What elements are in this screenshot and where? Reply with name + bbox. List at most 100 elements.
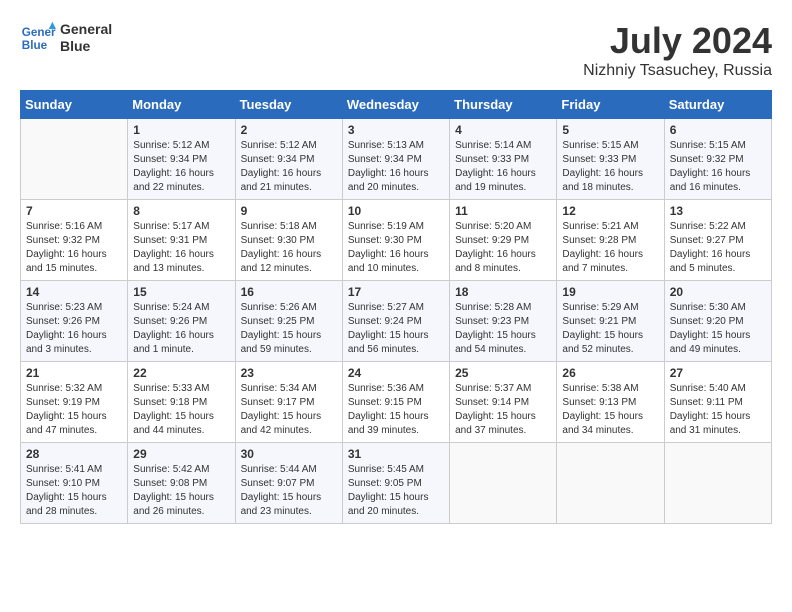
day-number: 26 bbox=[562, 366, 658, 380]
day-cell-w1-d7: 6Sunrise: 5:15 AM Sunset: 9:32 PM Daylig… bbox=[664, 119, 771, 200]
logo-line2: Blue bbox=[60, 38, 112, 55]
day-info: Sunrise: 5:17 AM Sunset: 9:31 PM Dayligh… bbox=[133, 220, 229, 276]
day-number: 29 bbox=[133, 447, 229, 461]
day-number: 19 bbox=[562, 285, 658, 299]
day-cell-w4-d3: 23Sunrise: 5:34 AM Sunset: 9:17 PM Dayli… bbox=[235, 362, 342, 443]
day-number: 27 bbox=[670, 366, 766, 380]
day-number: 2 bbox=[241, 123, 337, 137]
day-cell-w2-d4: 10 Sunrise: 5:19 AM Sunset: 9:30 PM Dayli… bbox=[342, 200, 449, 281]
day-cell-w2-d2: 8Sunrise: 5:17 AM Sunset: 9:31 PM Daylig… bbox=[128, 200, 235, 281]
day-cell-w5-d1: 28 Sunrise: 5:41 AM Sunset: 9:10 PM Dayli… bbox=[21, 443, 128, 524]
day-number: 1 bbox=[133, 123, 229, 137]
header-wednesday: Wednesday bbox=[342, 91, 449, 119]
day-cell-w5-d6 bbox=[557, 443, 664, 524]
day-info: Sunrise: 5:20 AM Sunset: 9:29 PM Dayligh… bbox=[455, 220, 551, 276]
day-info: Sunrise: 5:40 AM Sunset: 9:11 PM Dayligh… bbox=[670, 382, 766, 438]
day-cell-w3-d7: 20Sunrise: 5:30 AM Sunset: 9:20 PM Dayli… bbox=[664, 281, 771, 362]
header-tuesday: Tuesday bbox=[235, 91, 342, 119]
day-info: Sunrise: 5:44 AM Sunset: 9:07 PM Dayligh… bbox=[241, 463, 337, 519]
day-cell-w1-d5: 4 Sunrise: 5:14 AM Sunset: 9:33 PM Daylig… bbox=[450, 119, 557, 200]
header-thursday: Thursday bbox=[450, 91, 557, 119]
day-number: 9 bbox=[241, 204, 337, 218]
day-cell-w5-d5 bbox=[450, 443, 557, 524]
day-number: 15 bbox=[133, 285, 229, 299]
day-cell-w3-d1: 14 Sunrise: 5:23 AM Sunset: 9:26 PM Dayli… bbox=[21, 281, 128, 362]
day-cell-w5-d4: 31Sunrise: 5:45 AM Sunset: 9:05 PM Dayli… bbox=[342, 443, 449, 524]
week-row-3: 14 Sunrise: 5:23 AM Sunset: 9:26 PM Dayli… bbox=[21, 281, 772, 362]
day-number: 20 bbox=[670, 285, 766, 299]
header-saturday: Saturday bbox=[664, 91, 771, 119]
day-cell-w2-d1: 7 Sunrise: 5:16 AM Sunset: 9:32 PM Daylig… bbox=[21, 200, 128, 281]
day-cell-w3-d2: 15 Sunrise: 5:24 AM Sunset: 9:26 PM Dayli… bbox=[128, 281, 235, 362]
page-header: General Blue General Blue July 2024 Nizh… bbox=[20, 20, 772, 80]
day-info: Sunrise: 5:18 AM Sunset: 9:30 PM Dayligh… bbox=[241, 220, 337, 276]
logo: General Blue General Blue bbox=[20, 20, 112, 56]
day-cell-w1-d3: 2 Sunrise: 5:12 AM Sunset: 9:34 PM Daylig… bbox=[235, 119, 342, 200]
day-number: 11 bbox=[455, 204, 551, 218]
day-cell-w1-d6: 5Sunrise: 5:15 AM Sunset: 9:33 PM Daylig… bbox=[557, 119, 664, 200]
day-cell-w4-d4: 24 Sunrise: 5:36 AM Sunset: 9:15 PM Dayli… bbox=[342, 362, 449, 443]
day-number: 28 bbox=[26, 447, 122, 461]
day-number: 18 bbox=[455, 285, 551, 299]
day-cell-w1-d4: 3Sunrise: 5:13 AM Sunset: 9:34 PM Daylig… bbox=[342, 119, 449, 200]
logo-text: General Blue bbox=[60, 21, 112, 55]
day-info: Sunrise: 5:41 AM Sunset: 9:10 PM Dayligh… bbox=[26, 463, 122, 519]
day-number: 7 bbox=[26, 204, 122, 218]
day-info: Sunrise: 5:23 AM Sunset: 9:26 PM Dayligh… bbox=[26, 301, 122, 357]
day-info: Sunrise: 5:24 AM Sunset: 9:26 PM Dayligh… bbox=[133, 301, 229, 357]
day-info: Sunrise: 5:26 AM Sunset: 9:25 PM Dayligh… bbox=[241, 301, 337, 357]
day-info: Sunrise: 5:38 AM Sunset: 9:13 PM Dayligh… bbox=[562, 382, 658, 438]
day-cell-w2-d3: 9 Sunrise: 5:18 AM Sunset: 9:30 PM Daylig… bbox=[235, 200, 342, 281]
day-cell-w5-d2: 29 Sunrise: 5:42 AM Sunset: 9:08 PM Dayli… bbox=[128, 443, 235, 524]
day-number: 5 bbox=[562, 123, 658, 137]
week-row-1: 1 Sunrise: 5:12 AM Sunset: 9:34 PM Daylig… bbox=[21, 119, 772, 200]
day-number: 13 bbox=[670, 204, 766, 218]
calendar-table: Sunday Monday Tuesday Wednesday Thursday… bbox=[20, 90, 772, 524]
day-info: Sunrise: 5:19 AM Sunset: 9:30 PM Dayligh… bbox=[348, 220, 444, 276]
day-info: Sunrise: 5:14 AM Sunset: 9:33 PM Dayligh… bbox=[455, 139, 551, 195]
day-cell-w2-d7: 13 Sunrise: 5:22 AM Sunset: 9:27 PM Dayli… bbox=[664, 200, 771, 281]
day-info: Sunrise: 5:33 AM Sunset: 9:18 PM Dayligh… bbox=[133, 382, 229, 438]
calendar-header-row: Sunday Monday Tuesday Wednesday Thursday… bbox=[21, 91, 772, 119]
day-info: Sunrise: 5:21 AM Sunset: 9:28 PM Dayligh… bbox=[562, 220, 658, 276]
day-number: 25 bbox=[455, 366, 551, 380]
day-info: Sunrise: 5:29 AM Sunset: 9:21 PM Dayligh… bbox=[562, 301, 658, 357]
day-info: Sunrise: 5:28 AM Sunset: 9:23 PM Dayligh… bbox=[455, 301, 551, 357]
day-info: Sunrise: 5:16 AM Sunset: 9:32 PM Dayligh… bbox=[26, 220, 122, 276]
day-cell-w4-d6: 26 Sunrise: 5:38 AM Sunset: 9:13 PM Dayli… bbox=[557, 362, 664, 443]
svg-text:Blue: Blue bbox=[22, 39, 48, 52]
logo-line1: General bbox=[60, 21, 112, 38]
day-cell-w4-d5: 25Sunrise: 5:37 AM Sunset: 9:14 PM Dayli… bbox=[450, 362, 557, 443]
day-info: Sunrise: 5:15 AM Sunset: 9:32 PM Dayligh… bbox=[670, 139, 766, 195]
day-info: Sunrise: 5:36 AM Sunset: 9:15 PM Dayligh… bbox=[348, 382, 444, 438]
day-cell-w1-d1 bbox=[21, 119, 128, 200]
day-info: Sunrise: 5:45 AM Sunset: 9:05 PM Dayligh… bbox=[348, 463, 444, 519]
day-cell-w5-d3: 30 Sunrise: 5:44 AM Sunset: 9:07 PM Dayli… bbox=[235, 443, 342, 524]
day-cell-w3-d6: 19 Sunrise: 5:29 AM Sunset: 9:21 PM Dayli… bbox=[557, 281, 664, 362]
day-cell-w2-d5: 11 Sunrise: 5:20 AM Sunset: 9:29 PM Dayli… bbox=[450, 200, 557, 281]
week-row-5: 28 Sunrise: 5:41 AM Sunset: 9:10 PM Dayli… bbox=[21, 443, 772, 524]
day-number: 10 bbox=[348, 204, 444, 218]
day-number: 24 bbox=[348, 366, 444, 380]
day-cell-w4-d2: 22Sunrise: 5:33 AM Sunset: 9:18 PM Dayli… bbox=[128, 362, 235, 443]
logo-icon: General Blue bbox=[20, 20, 56, 56]
day-info: Sunrise: 5:12 AM Sunset: 9:34 PM Dayligh… bbox=[133, 139, 229, 195]
day-info: Sunrise: 5:32 AM Sunset: 9:19 PM Dayligh… bbox=[26, 382, 122, 438]
location-subtitle: Nizhniy Tsasuchey, Russia bbox=[583, 62, 772, 80]
week-row-2: 7 Sunrise: 5:16 AM Sunset: 9:32 PM Daylig… bbox=[21, 200, 772, 281]
day-cell-w3-d3: 16Sunrise: 5:26 AM Sunset: 9:25 PM Dayli… bbox=[235, 281, 342, 362]
day-number: 14 bbox=[26, 285, 122, 299]
week-row-4: 21Sunrise: 5:32 AM Sunset: 9:19 PM Dayli… bbox=[21, 362, 772, 443]
day-cell-w4-d7: 27 Sunrise: 5:40 AM Sunset: 9:11 PM Dayli… bbox=[664, 362, 771, 443]
day-info: Sunrise: 5:22 AM Sunset: 9:27 PM Dayligh… bbox=[670, 220, 766, 276]
day-cell-w3-d5: 18 Sunrise: 5:28 AM Sunset: 9:23 PM Dayli… bbox=[450, 281, 557, 362]
day-cell-w5-d7 bbox=[664, 443, 771, 524]
day-number: 4 bbox=[455, 123, 551, 137]
day-info: Sunrise: 5:42 AM Sunset: 9:08 PM Dayligh… bbox=[133, 463, 229, 519]
day-number: 30 bbox=[241, 447, 337, 461]
header-sunday: Sunday bbox=[21, 91, 128, 119]
day-info: Sunrise: 5:12 AM Sunset: 9:34 PM Dayligh… bbox=[241, 139, 337, 195]
header-friday: Friday bbox=[557, 91, 664, 119]
day-cell-w4-d1: 21Sunrise: 5:32 AM Sunset: 9:19 PM Dayli… bbox=[21, 362, 128, 443]
day-cell-w2-d6: 12Sunrise: 5:21 AM Sunset: 9:28 PM Dayli… bbox=[557, 200, 664, 281]
